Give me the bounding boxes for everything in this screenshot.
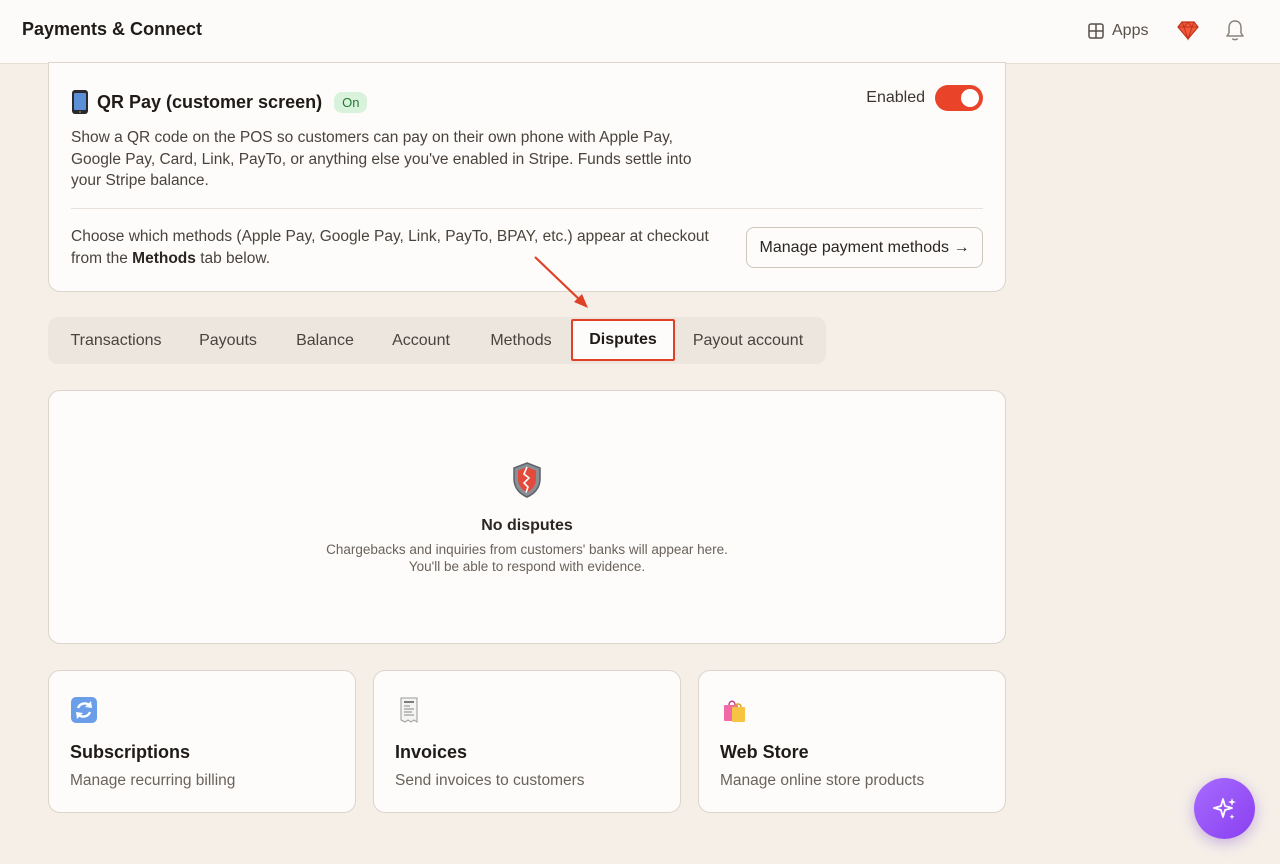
annotation-arrow [534,256,588,308]
subscriptions-card[interactable]: Subscriptions Manage recurring billing [48,670,356,813]
web-store-card[interactable]: Web Store Manage online store products [698,670,1006,813]
gem-button[interactable] [1177,19,1199,41]
gem-icon [1177,21,1199,41]
subscriptions-description: Manage recurring billing [70,772,236,789]
enabled-label: Enabled [866,89,925,106]
empty-state-line-1: Chargebacks and inquiries from customers… [326,542,728,557]
grid-icon [1088,23,1104,39]
shopping-bags-icon [724,700,745,722]
empty-state-title: No disputes [481,517,573,534]
invoices-title: Invoices [395,742,468,762]
subscriptions-title: Subscriptions [70,742,191,762]
invoices-card[interactable]: Invoices Send invoices to customers [373,670,681,813]
qr-pay-title: QR Pay (customer screen) [97,91,323,112]
tab-balance[interactable]: Balance [286,317,364,364]
tab-methods[interactable]: Methods [480,317,562,364]
notifications-button[interactable] [1224,18,1246,42]
disputes-panel: No disputes Chargebacks and inquiries fr… [48,390,1006,644]
tab-disputes[interactable]: Disputes [571,319,675,361]
refresh-icon [71,697,97,723]
tab-payout-account[interactable]: Payout account [684,317,812,364]
receipt-icon [400,697,418,723]
qr-pay-description: Show a QR code on the POS so customers c… [71,129,692,189]
ai-assistant-button[interactable] [1194,778,1255,839]
tab-transactions[interactable]: Transactions [60,317,172,364]
qr-pay-header: QR Pay (customer screen) On [71,89,368,115]
tab-account[interactable]: Account [382,317,460,364]
shield-icon [513,462,541,498]
tab-bar: Transactions Payouts Balance Account Met… [48,317,826,364]
enabled-toggle[interactable] [935,85,983,111]
empty-state-line-2: You'll be able to respond with evidence. [408,559,646,574]
empty-state-description: Chargebacks and inquiries from customers… [49,541,1005,575]
methods-note: Choose which methods (Apple Pay, Google … [71,226,741,269]
mobile-phone-icon [72,90,88,114]
apps-label: Apps [1112,22,1149,39]
manage-payment-methods-button[interactable]: Manage payment methods → [746,227,983,268]
divider [71,208,983,209]
sparkles-icon [1212,797,1236,819]
methods-note-bold: Methods [132,249,196,267]
methods-note-end: tab below. [195,249,270,267]
page-title: Payments & Connect [22,19,203,39]
apps-button[interactable]: Apps [1088,20,1148,42]
invoices-description: Send invoices to customers [395,772,585,789]
bell-icon [1226,20,1244,41]
enabled-control: Enabled [866,85,983,111]
qr-pay-card: QR Pay (customer screen) On Enabled Show… [48,62,1006,292]
tab-payouts[interactable]: Payouts [190,317,266,364]
status-badge: On [334,91,368,113]
web-store-description: Manage online store products [720,772,925,789]
top-bar: Payments & Connect Apps [0,0,1280,64]
web-store-title: Web Store [720,742,809,762]
toggle-knob [961,89,979,107]
